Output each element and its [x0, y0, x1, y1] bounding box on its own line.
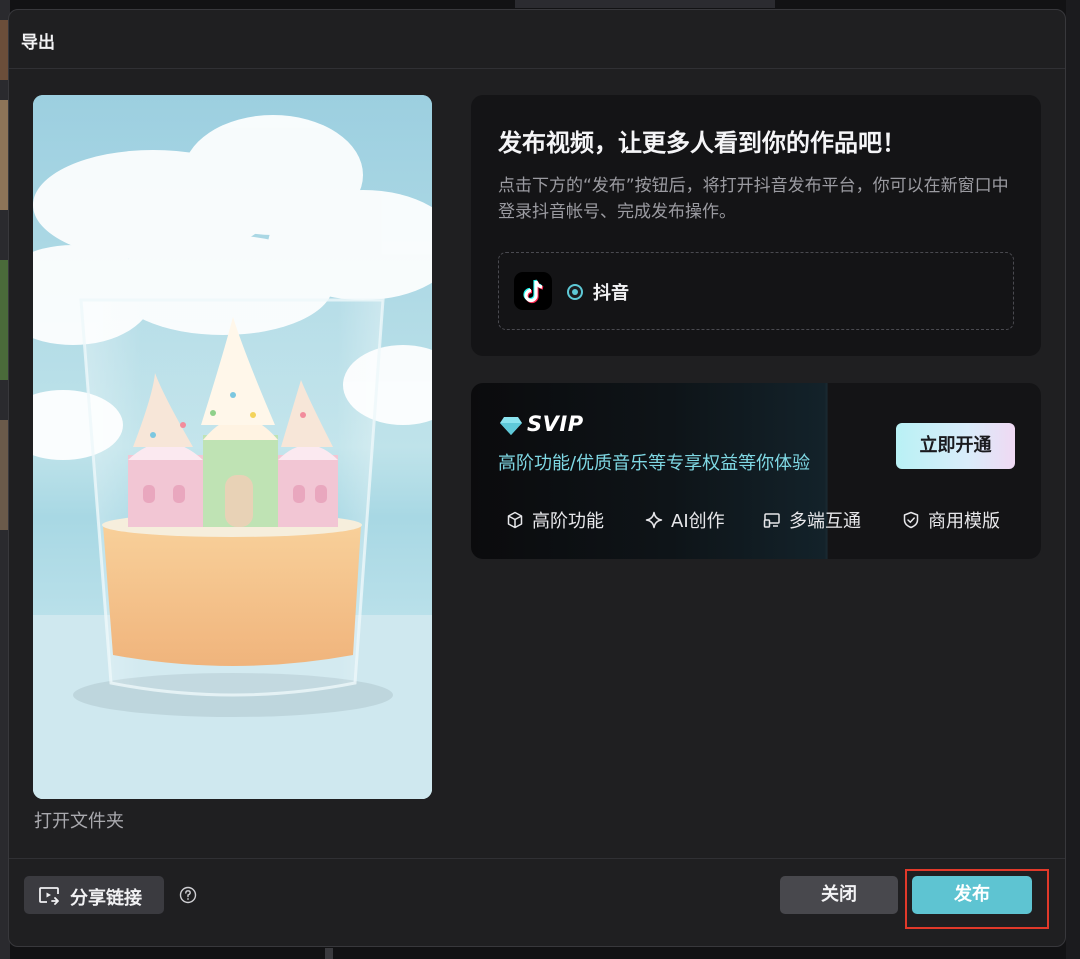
- shield-check-icon: [903, 511, 919, 529]
- svip-feature-label: AI创作: [671, 511, 725, 532]
- dialog-titlebar: 导出: [9, 10, 1065, 69]
- diamond-icon: [500, 417, 522, 435]
- svip-subtitle: 高阶功能/优质音乐等专享权益等你体验: [498, 453, 811, 474]
- sparkle-icon: [645, 511, 663, 529]
- tiktok-logo-icon: [514, 272, 552, 310]
- share-video-icon: [39, 887, 59, 905]
- help-icon[interactable]: [179, 886, 197, 904]
- svip-activate-button[interactable]: 立即开通: [896, 423, 1015, 469]
- publish-card: 发布视频，让更多人看到你的作品吧！ 点击下方的“发布”按钮后，将打开抖音发布平台…: [471, 95, 1041, 356]
- devices-icon: [763, 513, 780, 528]
- platform-option-douyin[interactable]: 抖音: [498, 252, 1014, 330]
- highlight-annotation-box: [905, 869, 1049, 929]
- background-app-top: [515, 0, 775, 8]
- platform-name: 抖音: [593, 283, 629, 304]
- footer-divider: [9, 858, 1065, 859]
- svip-badge-text: SVIP: [527, 412, 584, 436]
- dialog-title: 导出: [21, 33, 55, 53]
- share-link-button[interactable]: 分享链接: [24, 876, 164, 914]
- publish-heading: 发布视频，让更多人看到你的作品吧！: [498, 129, 906, 157]
- svip-feature-label: 商用模版: [928, 511, 1000, 532]
- open-folder-link[interactable]: 打开文件夹: [34, 807, 124, 833]
- close-button[interactable]: 关闭: [780, 876, 898, 914]
- background-app-right: [1066, 0, 1080, 959]
- background-app-bottom: [325, 948, 333, 959]
- share-link-label: 分享链接: [70, 888, 142, 909]
- publish-description: 点击下方的“发布”按钮后，将打开抖音发布平台，你可以在新窗口中登录抖音帐号、完成…: [498, 176, 1009, 222]
- cube-icon: [507, 511, 523, 529]
- platform-radio[interactable]: [567, 284, 583, 300]
- video-preview-image: [33, 95, 432, 799]
- export-dialog: 导出 打开文件夹 发布视频，让更多人看到你的作品吧！ 点击下方的“发布”按钮后，…: [8, 9, 1066, 947]
- svip-feature-label: 高阶功能: [532, 511, 604, 532]
- svip-promo-card: SVIP 高阶功能/优质音乐等专享权益等你体验 立即开通 高阶功能 AI创作 多…: [471, 383, 1041, 559]
- svip-feature-label: 多端互通: [789, 511, 861, 532]
- video-preview-illustration: [33, 95, 432, 799]
